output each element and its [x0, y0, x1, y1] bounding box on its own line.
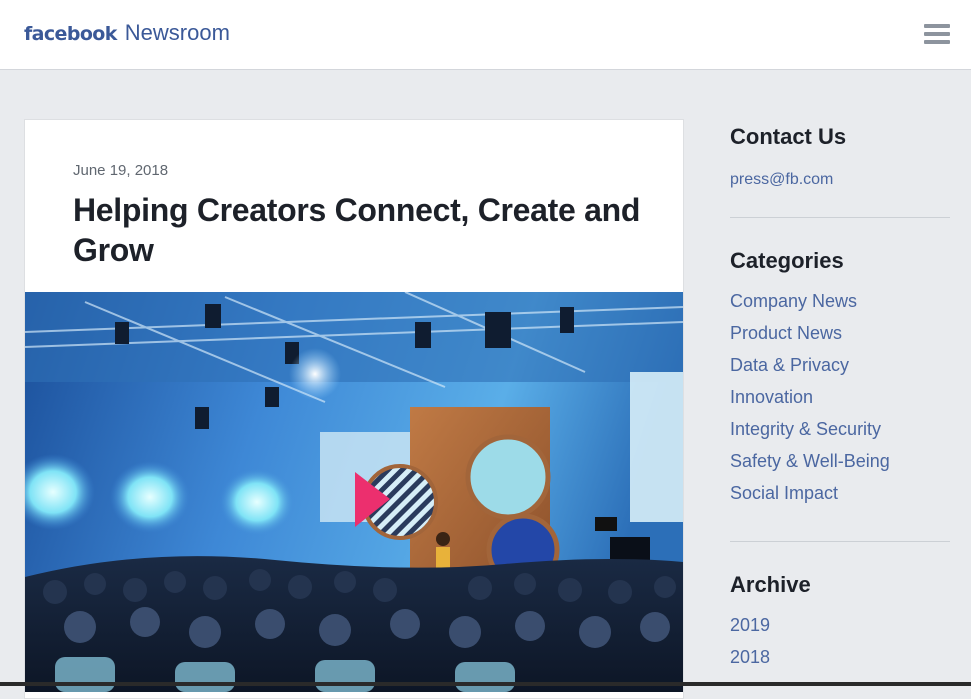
contact-heading: Contact Us [730, 124, 847, 149]
article-date: June 19, 2018 [73, 162, 169, 179]
article-hero-image[interactable] [25, 292, 683, 692]
category-product-news[interactable]: Product News [730, 323, 842, 344]
window-bottom-edge [0, 682, 971, 686]
newsroom-label: Newsroom [124, 20, 230, 45]
sidebar-divider [730, 541, 950, 542]
archive-heading: Archive [730, 572, 811, 597]
category-innovation[interactable]: Innovation [730, 387, 813, 408]
sidebar-divider [730, 217, 950, 218]
contact-email-link[interactable]: press@fb.com [730, 171, 833, 189]
article-card: June 19, 2018 Helping Creators Connect, … [24, 119, 684, 699]
categories-heading: Categories [730, 248, 844, 273]
facebook-wordmark: facebook [24, 23, 117, 45]
category-social-impact[interactable]: Social Impact [730, 483, 838, 504]
category-company-news[interactable]: Company News [730, 291, 857, 312]
category-data-privacy[interactable]: Data & Privacy [730, 355, 849, 376]
top-bar: facebook Newsroom [0, 0, 971, 70]
category-integrity-security[interactable]: Integrity & Security [730, 419, 881, 440]
article-title[interactable]: Helping Creators Connect, Create and Gro… [73, 190, 663, 270]
category-safety-well-being[interactable]: Safety & Well-Being [730, 451, 890, 472]
archive-2019-link[interactable]: 2019 [730, 615, 770, 636]
newsroom-logo[interactable]: facebook Newsroom [24, 20, 230, 50]
archive-2018-link[interactable]: 2018 [730, 647, 770, 668]
hamburger-menu-icon[interactable] [924, 22, 950, 46]
